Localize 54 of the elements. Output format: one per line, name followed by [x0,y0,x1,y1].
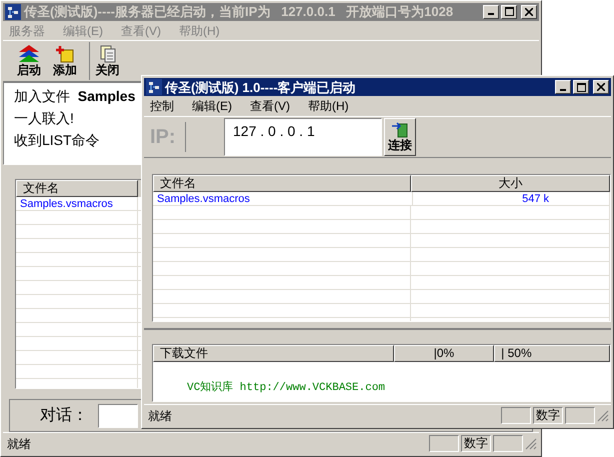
column-header[interactable]: | 50% [494,345,610,362]
status-indicator: 数字 [461,435,491,452]
door-arrow-icon [391,122,409,138]
status-pane [493,435,523,452]
toolbar-button[interactable]: 添加 [47,42,83,80]
status-text: 就绪 [148,408,172,424]
maximize-icon [504,7,514,16]
close-icon [597,83,605,91]
minimize-icon [560,88,566,90]
toolbar-button[interactable]: 关闭 [89,42,125,80]
maximize-icon [576,82,586,92]
table-cell[interactable]: 547 k [413,192,610,205]
minimize-icon [488,13,494,16]
column-header[interactable]: 大小 [411,175,610,192]
app-icon [146,79,162,95]
toolbar-button[interactable]: 启动 [11,42,47,80]
log-line: 加入文件 Samples [14,86,136,106]
status-pane [429,435,459,452]
chat-label: 对话： [40,406,88,426]
connect-button[interactable]: 连接 [384,118,416,156]
column-header[interactable]: 下载文件 [153,345,394,362]
column-header[interactable]: |0% [394,345,494,362]
website-link[interactable]: VC知识库 http://www.VCKBASE.com [187,382,386,394]
menu-item[interactable]: 帮助(H) [306,97,351,115]
column-header[interactable]: 文件名 [16,180,138,197]
close-icon [525,8,533,16]
status-text: 就绪 [7,436,31,453]
app-icon [5,4,21,20]
documents-icon [98,45,116,64]
log-line: 收到LIST命令 [14,130,100,150]
ip-field[interactable]: 127 . 0 . 0 . 1 [224,118,382,156]
status-pane [565,407,595,424]
column-header[interactable]: 文件名 [153,175,412,192]
chat-input[interactable] [98,404,138,428]
resize-grip-icon [597,410,609,422]
minimize-button[interactable] [483,4,499,19]
window-title: 传圣(测试版)----服务器已经启动，当前IP为 127.0.0.1 开放端口号为1028 [24,5,454,18]
stacked-arrows-icon [18,45,40,64]
status-pane [501,407,531,424]
window-title: 传圣(测试版) 1.0----客户端已启动 [165,80,357,94]
status-indicator: 数字 [533,407,563,424]
table-cell[interactable]: Samples.vsmacros [16,196,138,210]
menu-item[interactable]: 查看(V) [248,97,292,115]
resize-grip-icon [525,438,537,450]
maximize-button[interactable] [501,4,517,19]
menu-item[interactable]: 编辑(E) [190,97,234,115]
log-line: 一人联入! [14,108,74,128]
close-button[interactable] [593,80,609,94]
maximize-button[interactable] [573,80,589,94]
table-cell[interactable]: Samples.vsmacros [153,192,413,205]
menu-item[interactable]: 控制 [148,97,176,115]
close-button[interactable] [521,4,537,19]
minimize-button[interactable] [555,80,571,94]
add-file-icon [55,45,75,64]
